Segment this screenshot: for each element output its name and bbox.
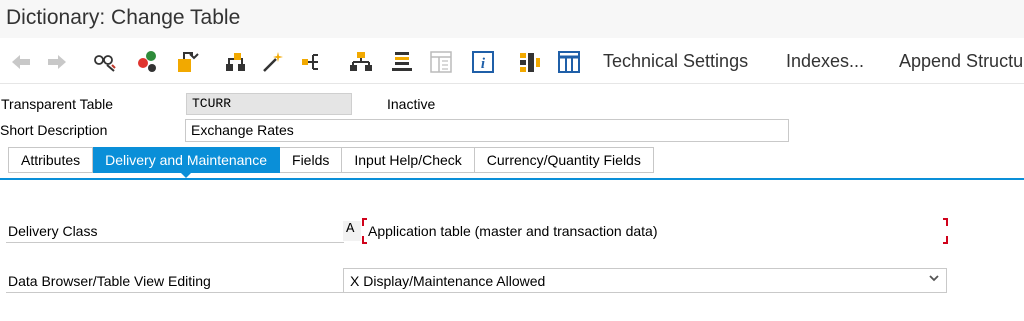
window-title: Dictionary: Change Table	[6, 6, 241, 29]
activate-icon[interactable]	[224, 50, 248, 74]
append-structure-button[interactable]: Append Structure	[899, 51, 1024, 72]
object-list-icon[interactable]	[300, 50, 324, 74]
delivery-class-value[interactable]: Application table (master and transactio…	[368, 223, 658, 239]
tab-currency-quantity-fields[interactable]: Currency/Quantity Fields	[474, 147, 654, 173]
forward-arrow-icon[interactable]	[45, 50, 69, 74]
hierarchy-icon[interactable]	[390, 50, 414, 74]
delivery-class-label: Delivery Class	[8, 223, 98, 239]
chevron-down-icon[interactable]	[928, 272, 940, 287]
tab-fields[interactable]: Fields	[280, 147, 343, 173]
table-type-label: Transparent Table	[1, 96, 114, 112]
data-browser-selected-value: X Display/Maintenance Allowed	[350, 273, 546, 289]
table-contents-icon[interactable]	[557, 50, 581, 74]
tab-strip: Attributes Delivery and Maintenance Fiel…	[8, 147, 654, 178]
tab-attributes[interactable]: Attributes	[8, 147, 94, 173]
activation-status: Inactive	[387, 96, 436, 112]
sort-list-icon[interactable]	[429, 50, 453, 74]
required-bracket-icon	[943, 218, 948, 226]
label-underline	[6, 292, 344, 293]
active-inactive-icon[interactable]	[136, 50, 160, 74]
check-object-icon[interactable]	[175, 50, 199, 74]
tab-input-help-check[interactable]: Input Help/Check	[342, 147, 475, 173]
short-description-field[interactable]: Exchange Rates	[185, 119, 789, 142]
technical-settings-button[interactable]: Technical Settings	[603, 51, 748, 72]
table-name-field: TCURR	[186, 93, 352, 115]
tab-divider	[0, 178, 1024, 180]
back-arrow-icon[interactable]	[9, 50, 33, 74]
required-bracket-icon	[943, 236, 948, 244]
data-browser-select[interactable]: X Display/Maintenance Allowed	[343, 268, 947, 293]
indexes-button[interactable]: Indexes...	[786, 51, 864, 72]
display-change-icon[interactable]	[93, 50, 117, 74]
short-description-label: Short Description	[0, 122, 108, 138]
title-bar: Dictionary: Change Table	[0, 0, 1024, 38]
delivery-class-code: A	[343, 221, 361, 241]
tab-delivery-and-maintenance[interactable]: Delivery and Maintenance	[93, 147, 281, 178]
label-underline	[6, 242, 344, 243]
application-toolbar: i Technical Settings Indexes... Append S…	[0, 38, 1024, 84]
information-icon[interactable]: i	[471, 50, 495, 74]
navigation-window-icon[interactable]	[349, 50, 373, 74]
data-browser-label: Data Browser/Table View Editing	[8, 273, 211, 289]
contents-icon[interactable]	[518, 50, 542, 74]
where-used-icon[interactable]	[261, 50, 285, 74]
